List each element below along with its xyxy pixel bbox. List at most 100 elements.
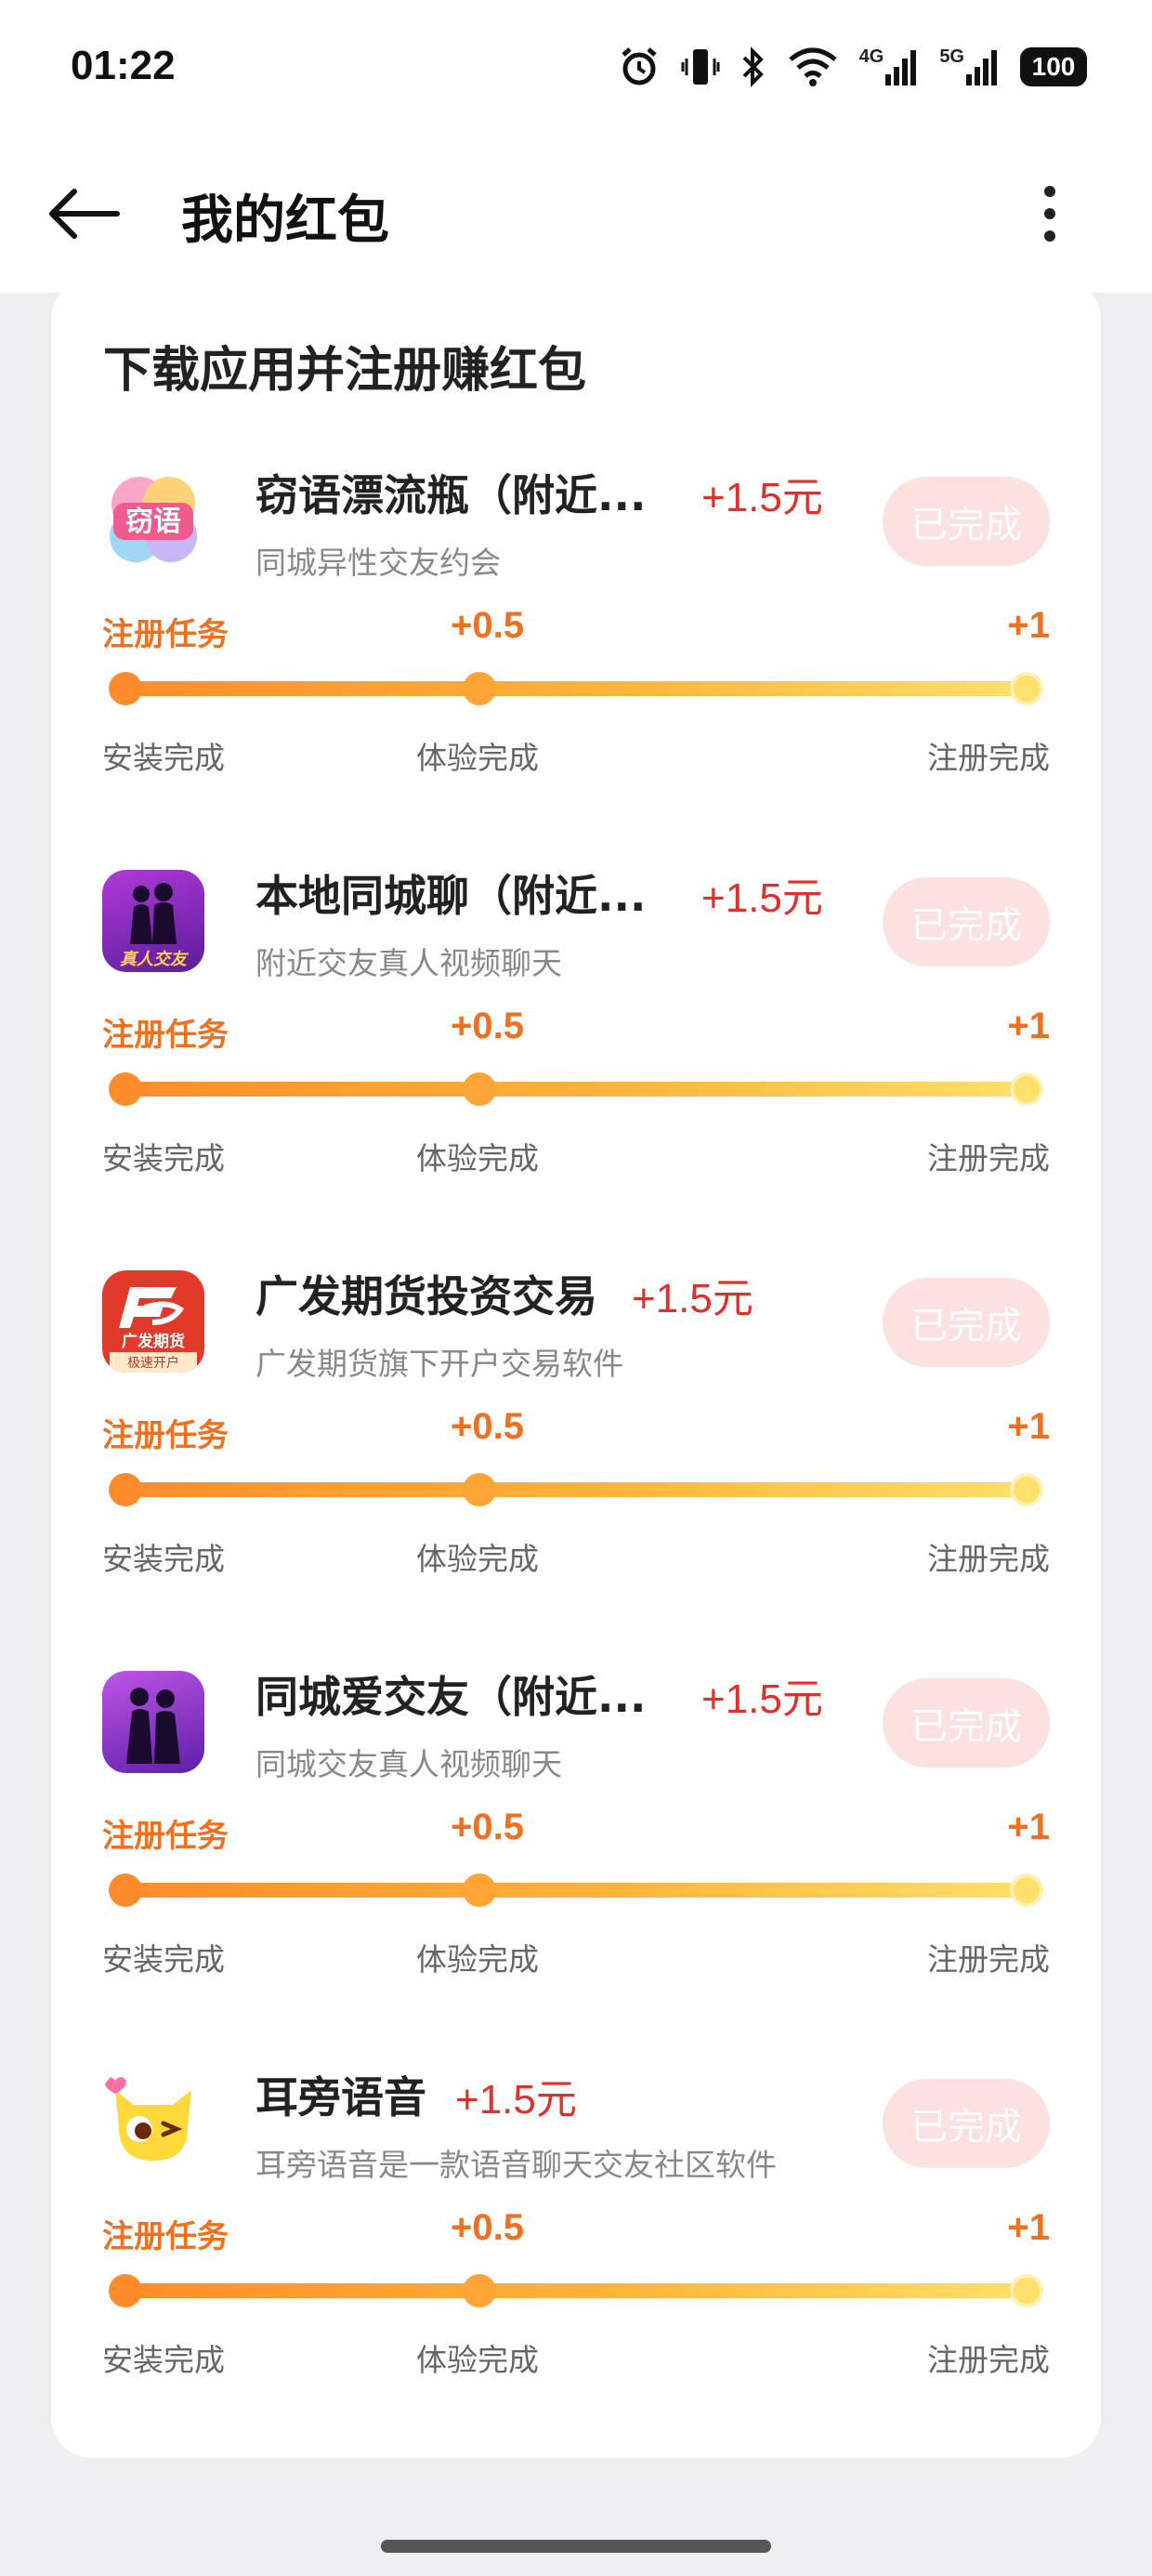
progress-dot-experience <box>463 1473 496 1506</box>
progress-dot-install <box>109 672 142 705</box>
app-description: 附近交友真人视频聊天 <box>255 945 562 981</box>
app-reward: +1.5元 <box>701 875 823 921</box>
task-label: 注册任务 <box>102 1017 229 1054</box>
app-reward: +1.5元 <box>455 2077 577 2123</box>
progress-dot-register <box>1010 1873 1043 1907</box>
completed-button[interactable]: 已完成 <box>883 1278 1050 1367</box>
app-name: 同城爱交友（附近... <box>255 1672 647 1722</box>
task-label: 注册任务 <box>102 1818 229 1855</box>
app-icon-subtext: 极速开户 <box>127 1355 179 1371</box>
network-label-5g: 5G <box>939 46 964 67</box>
home-indicator[interactable] <box>381 2540 771 2553</box>
app-icon-text: 真人交友 <box>120 950 190 969</box>
progress-bar <box>125 1482 1036 1497</box>
step-experience: 体验完成 <box>416 1541 539 1577</box>
progress-dot-register <box>1010 1473 1043 1506</box>
app-name: 耳旁语音 <box>255 2072 426 2123</box>
task-label: 注册任务 <box>102 616 229 653</box>
step-register: 注册完成 <box>927 1541 1050 1577</box>
progress-bar <box>125 1883 1036 1898</box>
task-item: 广发期货 极速开户 广发期货投资交易 +1.5元 广发期货旗下开户交易软件 已完… <box>51 1270 1101 1670</box>
alarm-icon <box>618 46 661 88</box>
progress-dot-experience <box>463 1873 496 1907</box>
app-name: 窃语漂流瓶（附近... <box>255 470 647 520</box>
task-card: 下载应用并注册赚红包 窃语 窃语漂流瓶（附近... +1.5元 同城异性交友约会… <box>51 279 1101 2458</box>
task-label: 注册任务 <box>102 1417 229 1454</box>
app-icon-tongcheng[interactable] <box>102 1671 204 1773</box>
network-label-4g: 4G <box>858 46 884 67</box>
nav-bar: 我的红包 <box>0 139 1152 293</box>
more-vertical-icon <box>1044 186 1055 242</box>
signal-5g-icon: 5G <box>939 46 1000 87</box>
wifi-icon <box>787 46 839 87</box>
app-icon-text: 窃语 <box>125 506 181 538</box>
battery-icon: 100 <box>1020 47 1087 86</box>
task-item: 耳旁语音 +1.5元 耳旁语音是一款语音聊天交友社区软件 已完成 注册任务 +0… <box>51 2071 1101 2471</box>
progress-bar <box>125 2283 1036 2298</box>
progress-dot-experience <box>463 672 496 705</box>
step-install: 安装完成 <box>102 1941 225 1978</box>
app-icon-erpang[interactable] <box>102 2071 204 2174</box>
step-experience: 体验完成 <box>416 1140 539 1176</box>
status-time: 01:22 <box>71 43 176 88</box>
app-icon-text: 广发期货 <box>122 1332 185 1351</box>
back-arrow-icon <box>49 189 120 239</box>
end-reward: +1 <box>1007 605 1050 646</box>
app-description: 同城异性交友约会 <box>255 545 501 581</box>
progress-dot-register <box>1010 2274 1043 2307</box>
end-reward: +1 <box>1007 1807 1050 1847</box>
step-install: 安装完成 <box>102 2342 225 2378</box>
page-title: 我的红包 <box>181 191 389 251</box>
progress-dot-register <box>1010 672 1043 705</box>
progress-dot-install <box>109 2274 142 2307</box>
progress-dot-experience <box>463 1072 496 1106</box>
step-experience: 体验完成 <box>416 740 539 776</box>
vibrate-icon <box>681 46 720 88</box>
mid-reward: +0.5 <box>451 605 524 646</box>
app-icon-guangfa[interactable]: 广发期货 极速开户 <box>102 1270 204 1373</box>
more-button[interactable] <box>1022 177 1078 251</box>
app-name: 广发期货投资交易 <box>255 1271 597 1321</box>
task-item: 同城爱交友（附近... +1.5元 同城交友真人视频聊天 已完成 注册任务 +0… <box>51 1671 1101 2070</box>
step-register: 注册完成 <box>927 1941 1050 1978</box>
mid-reward: +0.5 <box>451 2207 524 2248</box>
mid-reward: +0.5 <box>451 1005 524 1046</box>
mid-reward: +0.5 <box>451 1807 524 1847</box>
completed-button[interactable]: 已完成 <box>883 877 1050 966</box>
app-description: 耳旁语音是一款语音聊天交友社区软件 <box>255 2147 777 2183</box>
progress-bar <box>125 1082 1036 1097</box>
progress-bar <box>125 681 1036 696</box>
step-register: 注册完成 <box>927 2342 1050 2378</box>
status-icons: 4G 5G 100 <box>618 39 1087 95</box>
step-register: 注册完成 <box>927 740 1050 776</box>
completed-button[interactable]: 已完成 <box>883 1678 1050 1768</box>
task-label: 注册任务 <box>102 2218 229 2255</box>
signal-4g-icon: 4G <box>859 46 920 87</box>
app-reward: +1.5元 <box>632 1276 753 1321</box>
progress-dot-install <box>109 1072 142 1106</box>
task-item: 窃语 窃语漂流瓶（附近... +1.5元 同城异性交友约会 已完成 注册任务 +… <box>51 469 1101 869</box>
status-bar: 01:22 4G 5G 100 <box>0 0 1152 139</box>
step-experience: 体验完成 <box>416 2342 539 2378</box>
step-install: 安装完成 <box>102 1140 225 1176</box>
app-icon-qieyu[interactable]: 窃语 <box>102 469 204 572</box>
end-reward: +1 <box>1007 1406 1050 1447</box>
end-reward: +1 <box>1007 2207 1050 2248</box>
progress-dot-install <box>109 1873 142 1907</box>
step-experience: 体验完成 <box>416 1941 539 1978</box>
completed-button[interactable]: 已完成 <box>883 2079 1050 2168</box>
task-item: 真人交友 本地同城聊（附近... +1.5元 附近交友真人视频聊天 已完成 注册… <box>51 870 1101 1269</box>
section-title: 下载应用并注册赚红包 <box>103 343 587 399</box>
step-register: 注册完成 <box>927 1140 1050 1176</box>
app-name: 本地同城聊（附近... <box>255 871 647 921</box>
mid-reward: +0.5 <box>451 1406 524 1447</box>
progress-dot-install <box>109 1473 142 1506</box>
app-icon-bendi[interactable]: 真人交友 <box>102 870 204 972</box>
completed-button[interactable]: 已完成 <box>883 477 1050 566</box>
end-reward: +1 <box>1007 1005 1050 1046</box>
app-description: 广发期货旗下开户交易软件 <box>255 1346 623 1382</box>
back-button[interactable] <box>46 177 130 251</box>
step-install: 安装完成 <box>102 1541 225 1577</box>
app-reward: +1.5元 <box>701 1676 823 1722</box>
step-install: 安装完成 <box>102 740 225 776</box>
